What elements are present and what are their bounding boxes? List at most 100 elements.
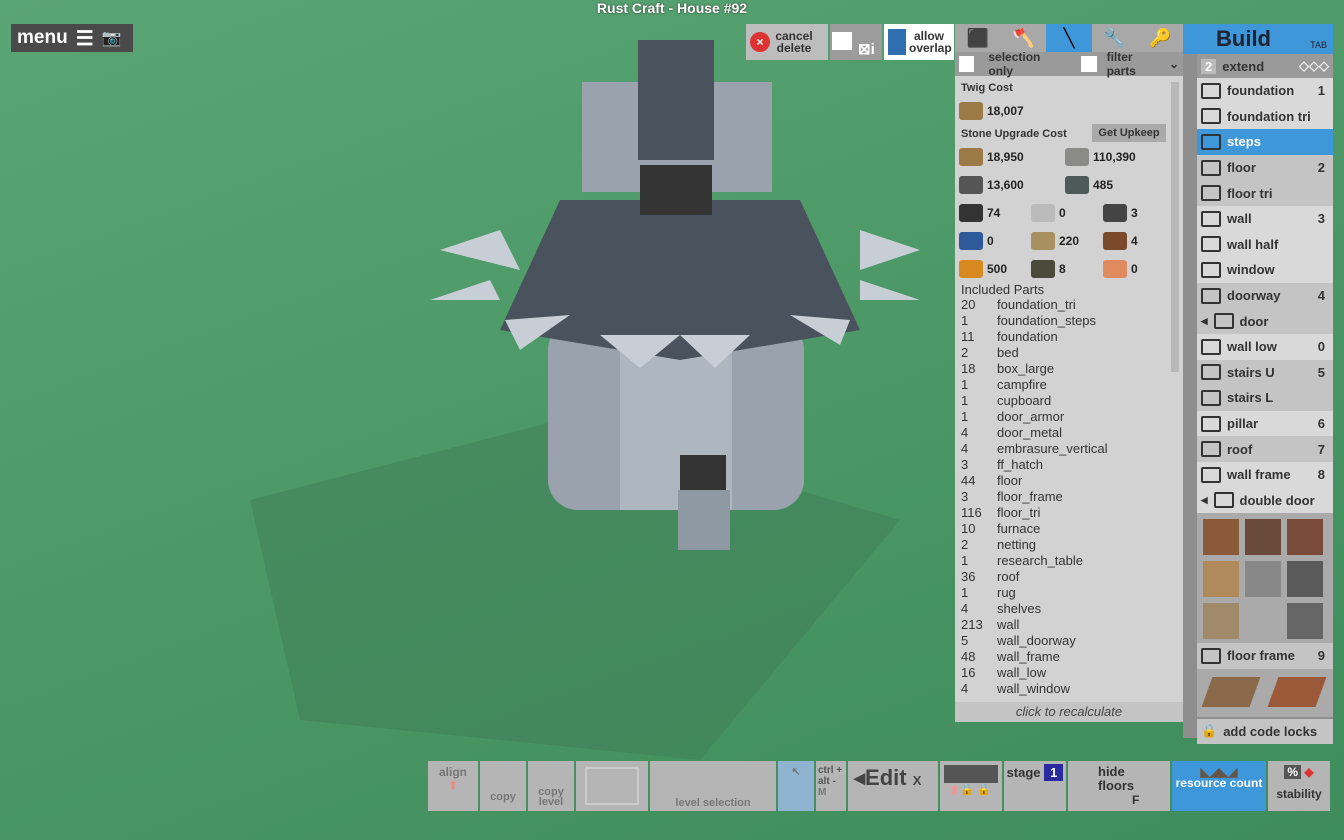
part-name: wall_window	[997, 681, 1070, 696]
edit-close[interactable]: X	[913, 773, 922, 788]
cancel-delete-button[interactable]: × cancel delete	[746, 24, 828, 60]
build-item-stairs-L[interactable]: stairs L	[1197, 385, 1333, 411]
get-upkeep-button[interactable]: Get Upkeep	[1092, 124, 1166, 142]
part-count: 2	[961, 537, 969, 552]
door-variant-5[interactable]	[1245, 561, 1281, 598]
resource-metal-fragments: 13,600	[959, 176, 1024, 194]
build-item-pillar[interactable]: pillar 6	[1197, 410, 1333, 437]
part-name: foundation_tri	[997, 297, 1076, 312]
build-item-doorway[interactable]: doorway 4	[1197, 282, 1333, 309]
door-variant-2[interactable]	[1245, 519, 1281, 556]
build-item-label: wall half	[1227, 236, 1279, 252]
selection-only-checkbox[interactable]	[959, 56, 975, 72]
align-button[interactable]: align ⬆	[428, 761, 478, 811]
extend-row[interactable]: 2 extend ◇◇◇	[1197, 54, 1333, 78]
build-item-wall-frame[interactable]: wall frame 8	[1197, 461, 1333, 488]
chevron-down-icon[interactable]: ⌄	[1169, 57, 1179, 71]
part-count: 16	[961, 665, 976, 680]
build-item-label: window	[1227, 262, 1275, 278]
info-icon: ⊠i	[858, 41, 875, 58]
resource-value: 13,600	[987, 178, 1024, 192]
build-item-door[interactable]: ◂ door	[1197, 308, 1333, 334]
build-item-label: wall low	[1227, 339, 1277, 355]
allow-overlap-button[interactable]: allow overlap	[884, 24, 954, 60]
stone-icon	[1065, 148, 1089, 166]
floor-variant-1[interactable]	[1201, 676, 1261, 707]
resource-value: 0	[1131, 262, 1138, 276]
part-count: 48	[961, 649, 976, 664]
menu-button[interactable]: menu ☰ 📷	[11, 24, 133, 52]
level-selection[interactable]: level selection	[650, 761, 776, 811]
edit-button[interactable]: ◂Edit X	[848, 761, 938, 811]
resource-gears: 74	[959, 204, 1000, 222]
part-row: 11 foundation	[955, 329, 1169, 345]
percent-icon: %	[1284, 765, 1302, 779]
build-item-foundation-tri[interactable]: foundation tri	[1197, 103, 1333, 130]
filter-parts-checkbox[interactable]	[1081, 56, 1097, 72]
wood-icon	[959, 102, 983, 120]
build-item-window[interactable]: window	[1197, 257, 1333, 283]
hq-metal-icon	[1065, 176, 1089, 194]
f-hint: F	[1132, 793, 1140, 807]
key-icon[interactable]: 🔑	[1137, 24, 1183, 52]
chevron-left-icon[interactable]: ◂	[1201, 313, 1208, 329]
build-header[interactable]: Build TAB	[1183, 24, 1333, 54]
cube-icon[interactable]: ⬛	[955, 24, 1001, 52]
hamburger-icon[interactable]: ☰	[76, 26, 94, 51]
build-panel: Build TAB 2 extend ◇◇◇ foundation 1 founda…	[1183, 24, 1333, 745]
build-item-steps[interactable]: steps	[1197, 129, 1333, 155]
copy-button[interactable]: copy	[480, 761, 526, 811]
resource-count-button[interactable]: ◣◢◣◢ resource count	[1172, 761, 1266, 811]
stone-upgrade-label: Stone Upgrade Cost	[961, 128, 1067, 140]
cancel-delete-label: cancel delete	[775, 29, 813, 55]
level-stack-button[interactable]	[576, 761, 648, 811]
hatchet-icon[interactable]: 🪓	[1001, 24, 1047, 52]
build-item-floor[interactable]: floor 2	[1197, 154, 1333, 181]
build-item-wall-half[interactable]: wall half	[1197, 231, 1333, 258]
add-code-locks-button[interactable]: 🔒 add code locks	[1197, 718, 1333, 745]
ctrl-hint: ctrl +	[818, 765, 843, 776]
copy-level-button[interactable]: copy level	[528, 761, 574, 811]
build-item-double-door[interactable]: ◂ double door	[1197, 487, 1333, 514]
floor-variant-2[interactable]	[1267, 676, 1327, 707]
camera-icon[interactable]: 📷	[102, 28, 122, 48]
build-item-wall[interactable]: wall 3	[1197, 205, 1333, 232]
recalculate-button[interactable]: click to recalculate	[955, 702, 1183, 722]
chevron-left-icon[interactable]: ◂	[1201, 492, 1208, 508]
door-variant-8[interactable]	[1287, 603, 1323, 640]
build-item-wall-low[interactable]: wall low 0	[1197, 333, 1333, 360]
floor-frame-key: 9	[1317, 648, 1325, 664]
part-row: 10 furnace	[955, 521, 1169, 537]
part-name: floor_frame	[997, 489, 1063, 504]
selection-only-label: selection only	[988, 50, 1041, 78]
wrench-icon[interactable]: 🔧	[1092, 24, 1138, 52]
door-variant-1[interactable]	[1203, 519, 1239, 556]
build-item-stairs-U[interactable]: stairs U 5	[1197, 359, 1333, 386]
door-variant-3[interactable]	[1287, 519, 1323, 556]
stage-selector[interactable]: stage 1	[1004, 761, 1066, 811]
stage-label: stage	[1006, 765, 1041, 780]
floor-icon	[1201, 159, 1221, 176]
parts-scrollbar[interactable]	[1171, 82, 1179, 372]
hide-floors-button[interactable]: hide floors F	[1068, 761, 1170, 811]
door-variant-6[interactable]	[1287, 561, 1323, 598]
level-stack-icon	[585, 767, 639, 805]
camera-toggle-button[interactable]: ⊠i	[830, 24, 882, 60]
part-row: 4 shelves	[955, 601, 1169, 617]
resource-value: 8	[1059, 262, 1066, 276]
door-variant-7[interactable]	[1203, 603, 1239, 640]
code-input[interactable]	[944, 765, 998, 783]
stability-button[interactable]: % ◆ stability	[1268, 761, 1330, 811]
door-variant-4[interactable]	[1203, 561, 1239, 598]
resource-rope: 3	[1103, 204, 1138, 222]
select-cursor-button[interactable]: ↖	[778, 761, 814, 811]
build-item-key: 1	[1317, 83, 1325, 99]
build-item-roof[interactable]: roof 7	[1197, 436, 1333, 462]
build-item-foundation[interactable]: foundation 1	[1197, 78, 1333, 104]
stairs-L-icon	[1201, 389, 1221, 406]
build-item-floor-frame[interactable]: floor frame 9	[1197, 643, 1333, 669]
part-name: embrasure_vertical	[997, 441, 1108, 456]
hammer-icon[interactable]: ╲	[1046, 24, 1092, 52]
build-item-floor-tri[interactable]: floor tri	[1197, 180, 1333, 206]
window-icon	[1201, 261, 1221, 278]
